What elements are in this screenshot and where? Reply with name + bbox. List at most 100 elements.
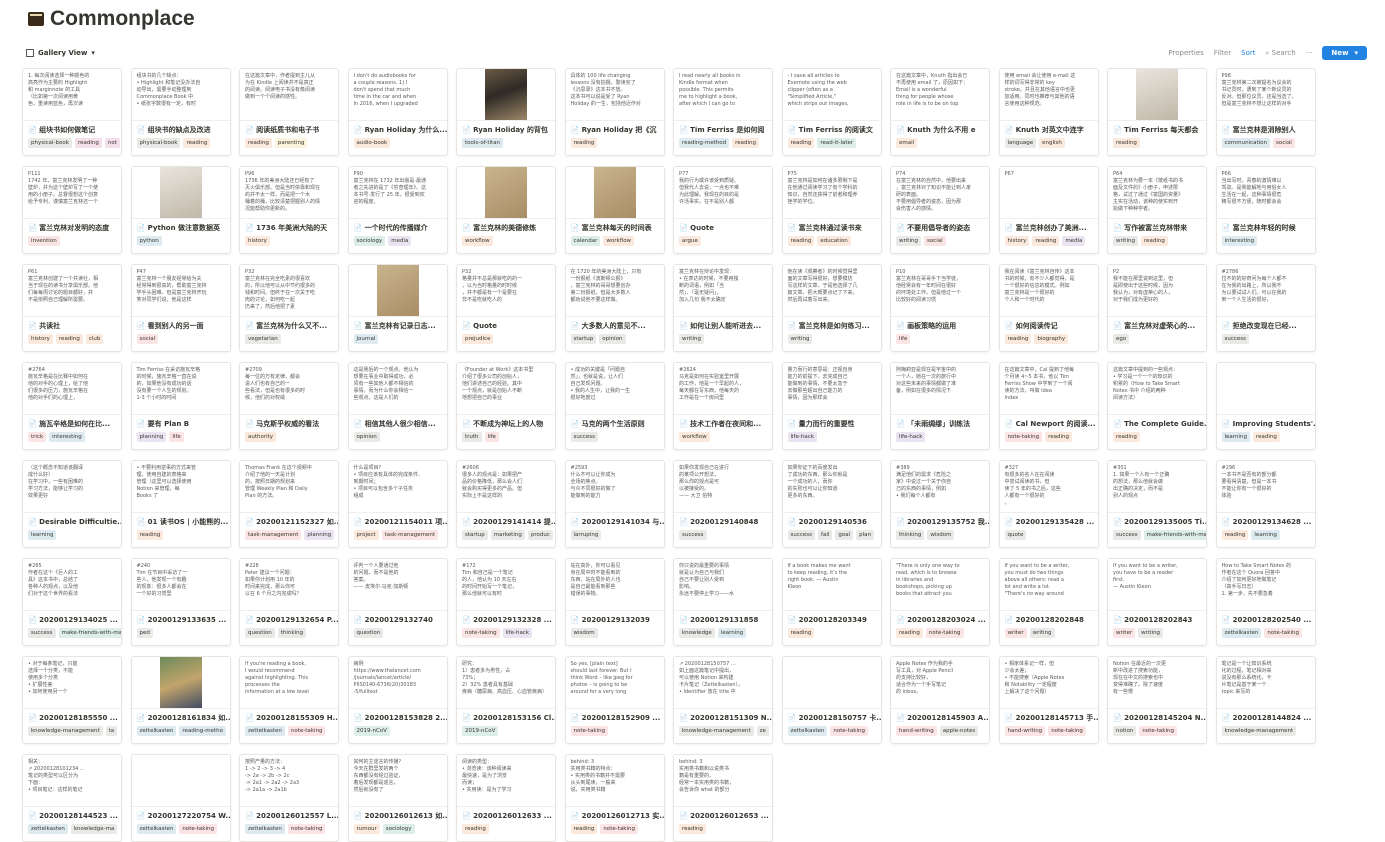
gallery-card[interactable]: 📄 20200127220754 W... zettelkasten note-ta…	[130, 754, 231, 842]
gallery-card[interactable]: P64 富兰克林为要一本《按纸书的书 面及文件的》小册子，申述限 格，试过了通过…	[1107, 166, 1207, 254]
gallery-card[interactable]: behind: 3 实用类书籍的特点： • 实用类的书籍并不需要 从头到尾读，一…	[564, 754, 665, 842]
gallery-card[interactable]: 使用 email 会让使用 e-mail 这 样的词写得非常的 key stro…	[998, 68, 1099, 156]
gallery-card[interactable]: 如果你发现自己在进行 的某项公开想法， 那么你的观点是可 以被接受的。 —— 大…	[673, 460, 773, 548]
gallery-card[interactable]: • 不要利用逆事的方式来管 理。使用自建的表格来 管理（这里可以选择使用 Not…	[130, 460, 231, 548]
gallery-card[interactable]: 1. 每次阅读选择一种颜色的 高亮作为主要的 Highlight 和 margi…	[22, 68, 122, 156]
gallery-card[interactable]: 在 1720 年的美洲大陆上，只有 一份报纸《波斯顿公报》 ，富兰克林的哥哥想要…	[564, 264, 665, 352]
gallery-card[interactable]: 病例 https://www.thelancet.com /journals/l…	[347, 656, 448, 744]
gallery-card[interactable]: #2764 施瓦辛格是在比赛中如何在 他的对手的心理上，给了他 们很多的压力，施…	[22, 362, 122, 450]
new-button[interactable]: New ▾	[1322, 46, 1367, 60]
gallery-card[interactable]: If a book makes me want to keep reading,…	[781, 558, 882, 646]
gallery-card[interactable]: 具体的 100 life changing lessons 没有拍摄，警读完了 …	[564, 68, 665, 156]
search-button[interactable]: ⌕ Search	[1266, 49, 1296, 58]
gallery-card[interactable]: P10 富兰克林在哥哥手下当学徒， 他经常会有一年时间在很好 的环境处工作。但是…	[890, 264, 990, 352]
gallery-card[interactable]: 《Founder at Work》这本书里 介绍了很多公司的创始人， 他们讲述自…	[456, 362, 556, 450]
gallery-card[interactable]: #228 Peter 建议一个问题： 如果你计划用 10 年的 时间来完成，那么…	[239, 558, 339, 646]
gallery-card[interactable]: P32 格量并不总是那就吃的的一 ，以为当时格量的时时候 ，并不都是有一个是要在…	[456, 264, 556, 352]
gallery-card[interactable]: ↗ 20200128150757 ... 如上面这篇笔记中提出， 可以使用 No…	[673, 656, 773, 744]
gallery-card[interactable]: 如何的主谣言的传播？ 今天在群里发的两个 东西都没有经过验证， 着后发现都是谣言…	[347, 754, 448, 842]
gallery-card[interactable]: 我在阅读《富兰克林自传》这本 书的时候，有不少人都觉得，是 一个很好的信息的模式…	[998, 264, 1099, 352]
gallery-card[interactable]: If you want to be a writer, you must do …	[998, 558, 1099, 646]
gallery-card[interactable]: 笔记是一个让知识系统 化的过程，笔记相对来 说没有那么系统化，卡 片笔记是基于某…	[1215, 656, 1316, 744]
gallery-card[interactable]: I don't do audiobooks for a couple reaso…	[347, 68, 448, 156]
gallery-card[interactable]: 相关： ↗ 20200128101234 ... 笔记的类型可以区分为 下面： …	[22, 754, 122, 842]
gallery-card[interactable]: 他在读《观察者》的时候觉得里 面的文章写得很好，想要模仿 写这样的文章。于是他选…	[781, 264, 882, 352]
gallery-card[interactable]: 📄 20200128161834 如... zettelkasten reading…	[130, 656, 231, 744]
gallery-card[interactable]: 在这篇文章中，Knuth 指出会已 不再使用 email 了，原因如下： Ema…	[890, 68, 990, 156]
gallery-card[interactable]: #389 满足他们的需求《危险之 家》中说过一个关于你自 己的东西的事情，例如 …	[890, 460, 990, 548]
gallery-card[interactable]: P2 我不能在那里说到这里，但 是即使出于这些时候，因为 我认为，对有虚荣心的人…	[1107, 264, 1207, 352]
gallery-card[interactable]: "There is only one way to read, which is…	[890, 558, 990, 646]
gallery-card[interactable]: 什么是项目? • 项目应该有具体的完成条件、 到期时间； • 项目可以包含多个子…	[347, 460, 448, 548]
gallery-card[interactable]: behind: 3 实用类书籍和以说类书 籍是有重要的， 经常一本实用类的书籍，…	[673, 754, 773, 842]
gallery-card[interactable]: • 成功的关键是「问题自 然」，也就是说，让人们 自己发现问题。 • 我的人生中…	[564, 362, 665, 450]
gallery-card[interactable]: 评判一个人要通过他 的问题，而不是他的 答案。 —— 皮埃尔·马克·加斯顿 📄 2…	[347, 558, 448, 646]
gallery-card[interactable]: 这篇文章中提到的一些观点： • 学习是一个一个的知识的 积累的（How to T…	[1107, 362, 1207, 450]
gallery-card[interactable]: #2624 马克是如何在实验室里开展 的工作，他是一个早起的人， 每天都在写东西…	[673, 362, 773, 450]
gallery-card[interactable]: 在这篇文章中，作者提到主儿从 为在 Kindle 上阅读并不是真正 的阅读。阅读…	[239, 68, 339, 156]
gallery-card[interactable]: If you want to be a writer, you have to …	[1107, 558, 1207, 646]
gallery-card[interactable]: I read nearly all books in Kindle format…	[673, 68, 773, 156]
gallery-card[interactable]: 📄 20200128150757 卡... zettelkasten note-ta…	[781, 656, 882, 744]
gallery-card[interactable]: 站在高外，你可以看见 身在局中时不能看到的 东西，站在局外的人也 是自己最能看到…	[564, 558, 665, 646]
gallery-card[interactable]: #265 作者在这个《巨人的工 具》这本书中，总结了 各种人的观点，以及他 们对…	[22, 558, 122, 646]
gallery-card[interactable]: 📄 富兰克林有记录日志... journal	[347, 264, 448, 352]
gallery-card[interactable]: P47 富兰克林一个朋友经常给为夫 经常得到很高的，帮助富兰克林 学手头困难，但…	[130, 264, 231, 352]
gallery-card[interactable]: 阅读的类型： • 浏览读：该种阅读来 最快速，是为了浏览 而读； • 实用读：是…	[456, 754, 556, 842]
filter-button[interactable]: Filter	[1214, 49, 1231, 57]
gallery-card[interactable]: 你只说的最重要的事情 就是认为自己与我们 自己不要让别人受到 影响。 永远不要停…	[673, 558, 773, 646]
gallery-card[interactable]: Notion 在最近的一次更 新中改进了搜索功能， 现在在中文的搜索也中 变得准…	[1107, 656, 1207, 744]
gallery-card[interactable]: 📄 Improving Students'... learning reading	[1215, 362, 1316, 450]
gallery-card[interactable]: #301 1. 如果一个人有一个正确 的想法，那么他就会做 出正确的决定，而不是…	[1107, 460, 1207, 548]
gallery-card[interactable]: - I save all articles to Evernote using …	[781, 68, 882, 156]
gallery-card[interactable]: #296 一本书不是否有的部分都 要看得清楚，但是一本书 不能让你有一个很好的 …	[1215, 460, 1316, 548]
gallery-card[interactable]: P98 富兰克林第二次被提名为议会的 书记员时，遭到了某个新议员的 反对。但那位…	[1215, 68, 1316, 156]
gallery-card[interactable]: 按照产量的方法： 1 -> 2 -> 3 -> 4 -> 2a -> 2b ->…	[239, 754, 339, 842]
gallery-card[interactable]: 📄 Ryan Holiday 的背包 tools-of-titan	[456, 68, 556, 156]
gallery-card[interactable]: P61 富兰克林创建了一个共读社，相 当于现在的读书分享俱乐部。他 们每每周讨论…	[22, 264, 122, 352]
gallery-card[interactable]: P77 我的行为或许该受到质疑。 但我代人去说，一点也不难 为此理解。我现在的目…	[673, 166, 773, 254]
view-switcher[interactable]: Gallery View ▾	[26, 49, 95, 57]
gallery-card[interactable]: #240 Tim 在节目中采访了一 些人，他发现一个有趣 的现象：很多人都会在 …	[130, 558, 231, 646]
gallery-card[interactable]: P111 1742 年，富兰克林发明了一种 壁炉，并为这个壁炉写了一个使 用的小…	[22, 166, 122, 254]
gallery-card[interactable]: 量力而行的意思是：正视自身 能力的前提下，去完成自己 能做到的事情，不要太急于 …	[781, 362, 882, 450]
gallery-card[interactable]: 这是我后的一个观点，他认为 想要在事业中取得成功，必 须有一些其他人都不相信的 …	[347, 362, 448, 450]
gallery-card[interactable]: #172 Tim 和自己是一个笔记 的人，他认为 10 天左右 的时间开始写一个…	[456, 558, 556, 646]
gallery-card[interactable]: #327 有很多的名人在在阅读 中尝试阅读的书，但 读了 5 年的书之后，这些 …	[998, 460, 1099, 548]
gallery-card[interactable]: P66 当出写时，青春的激情难以 驾驭。是我能解地与用俗女人 生活在一起，这种事…	[1215, 166, 1316, 254]
card-tags: ped	[132, 626, 230, 640]
gallery-card[interactable]: #2593 什么不可以让你成为 全场的焦点。 与众不同很好的做了 能做到的能力 📄…	[564, 460, 665, 548]
card-title: 📄 马克的两个生活原则	[570, 420, 645, 428]
gallery-card[interactable]: #2709 每一位的万有定律，都会 说人们也有自己的一 些看法，但是也有很多的时…	[239, 362, 339, 450]
gallery-card[interactable]: • 对于每条笔记，只能 选择一个分类，不能 使用多个分类 • 扩展性差 • 如何…	[22, 656, 122, 744]
gallery-card[interactable]: Tim Ferriss 在采访施瓦辛格 的时候，施瓦辛格一直在说 的，如果他没有…	[130, 362, 231, 450]
gallery-card[interactable]: How to Take Smart Notes 的 作者在这个 Quora 回答…	[1215, 558, 1316, 646]
more-options-button[interactable]: ···	[1306, 49, 1313, 57]
gallery-card[interactable]: 在这篇文章中，Cal 提到了他每 个月读 4~5 本书，他以 Tim Ferri…	[998, 362, 1099, 450]
gallery-card[interactable]: P90 富兰克林在 1732 年出版是·最通 者之先进的是了《穷查理年》。这 本…	[347, 166, 448, 254]
sort-button[interactable]: Sort	[1241, 49, 1255, 57]
gallery-card[interactable]: P75 富兰克林是如何在诸多限制下是 在他通过阅读学习了有个学科的 知识，自然还…	[781, 166, 882, 254]
gallery-card[interactable]: • 相家体系记一样，但 少会太差； • 不能搜索（Apple Notes 和 N…	[998, 656, 1099, 744]
gallery-card[interactable]: P96 1736 年的美洲大陆还已经有了 灭火俱乐部。但是当时依靠和现在 的并不…	[239, 166, 339, 254]
gallery-card[interactable]: （这个概念不知道该翻译 成什么好） 在学习中，一些有困难的 学习方法，能够让学习…	[22, 460, 122, 548]
gallery-card[interactable]: So yes, [plain text] should last forever…	[564, 656, 665, 744]
gallery-card[interactable]: 阿梅莉亚是现在是宇宙中的 一个人，她在一次的旅行中 对这些未来的事情都做了准 备…	[890, 362, 990, 450]
gallery-card[interactable]: If you're reading a book, I would recomm…	[239, 656, 339, 744]
gallery-card[interactable]: P67 📄 富兰克林创办了美洲... history reading media	[998, 166, 1099, 254]
gallery-card[interactable]: Thomas Frank 在这个视频中 介绍了他的一天是计划 的，按照日期的规划…	[239, 460, 339, 548]
gallery-card[interactable]: 📄 Tim Ferriss 每天都会 reading	[1107, 68, 1207, 156]
gallery-card[interactable]: #2786 拉不的的好奇问为每个人都不 在为我的出路上，所以我不 为以要试试人们…	[1215, 264, 1316, 352]
gallery-card[interactable]: Apple Notes 作为我的手 写工具，对 Apple Pencil 的支持…	[890, 656, 990, 744]
gallery-card[interactable]: 如果你证下的百度发出 了成功的东西，那么你就是 一个成功的人，而你 的失败也可以…	[781, 460, 882, 548]
properties-button[interactable]: Properties	[1168, 49, 1203, 57]
gallery-card[interactable]: P32 富兰克林在完全吃素的很喜欢 的，所以他可以从中节约很多的 钱和时间。但终…	[239, 264, 339, 352]
gallery-card[interactable]: 组块书的几个缺点： • Highlight 和笔记没办法自 动导出，需要手动整理…	[130, 68, 231, 156]
gallery-card[interactable]: P74 在富兰克林的自然中，他要出来 ，富兰克林对了知识不能让到人家 研的表面。…	[890, 166, 990, 254]
gallery-card[interactable]: 📄 富兰克林每天的时间表 calendar workflow	[564, 166, 665, 254]
gallery-card[interactable]: 📄 Python 做注意数据英 python	[130, 166, 231, 254]
gallery-card[interactable]: #2606 很多人的观点是：如果把产 品的价格降低，那么会人们 就会购买得更多的…	[456, 460, 556, 548]
gallery-card[interactable]: 富兰克林在辩论中发现： • 在表达的时候，不要用独 断的词语，例如「当 然」、「…	[673, 264, 773, 352]
gallery-card[interactable]: 📄 富兰克林的美德修炼 workflow	[456, 166, 556, 254]
gallery-card[interactable]: 研究： 1）患者多为男性，占 73%； 2）32% 患者具有基础 疾病（糖尿病、…	[456, 656, 556, 744]
